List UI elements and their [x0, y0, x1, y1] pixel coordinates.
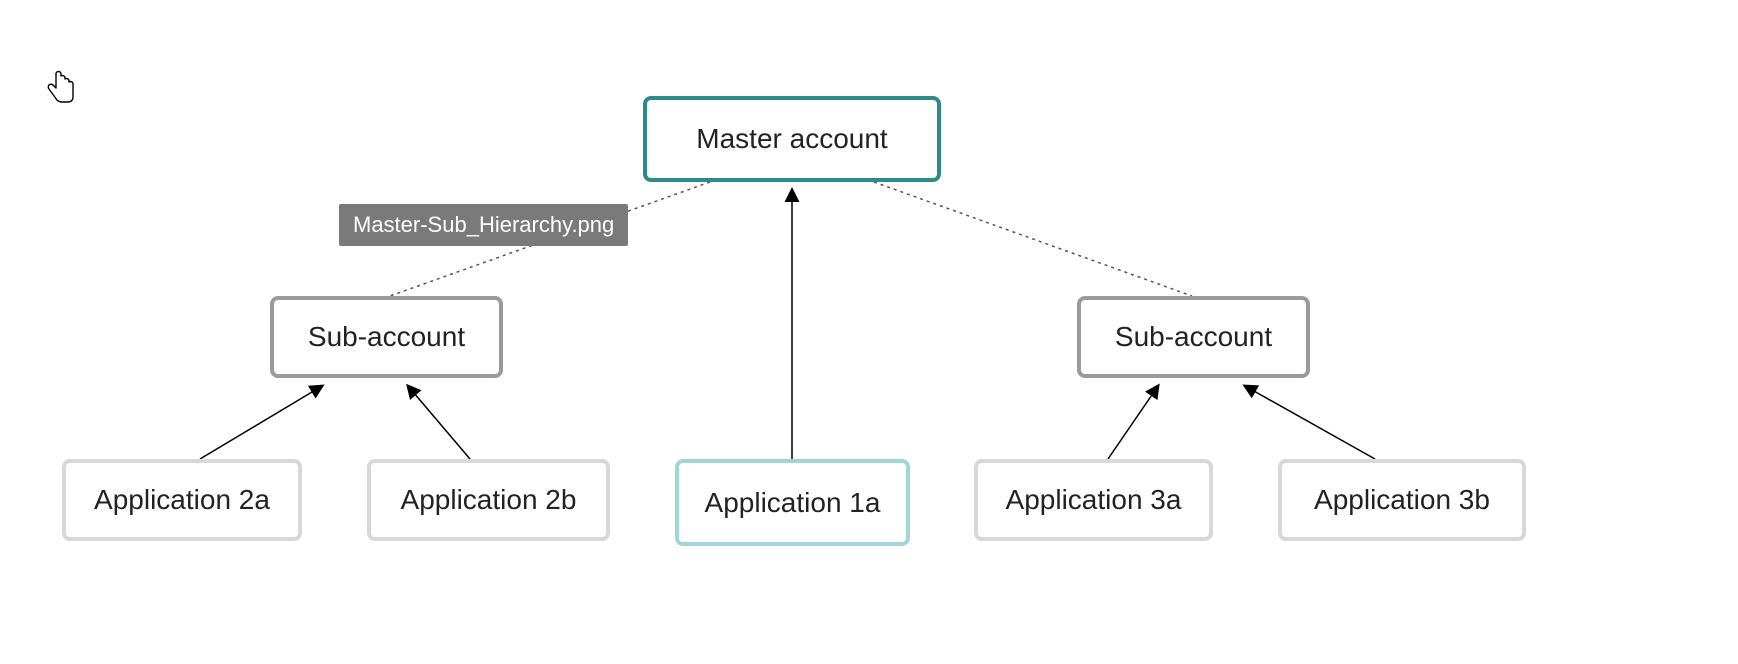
edge-app3b-to-subright — [1245, 386, 1375, 459]
node-app-1a-label: Application 1a — [705, 487, 881, 519]
node-sub-right-label: Sub-account — [1115, 321, 1272, 353]
node-application-3a: Application 3a — [974, 459, 1213, 541]
edge-app2a-to-subleft — [200, 386, 322, 459]
tooltip-text: Master-Sub_Hierarchy.png — [353, 212, 614, 237]
node-app-2b-label: Application 2b — [401, 484, 577, 516]
node-application-2a: Application 2a — [62, 459, 302, 541]
filename-tooltip: Master-Sub_Hierarchy.png — [339, 204, 628, 246]
node-application-2b: Application 2b — [367, 459, 610, 541]
hand-cursor-icon — [46, 70, 76, 106]
edge-app3a-to-subright — [1108, 386, 1158, 459]
node-application-1a: Application 1a — [675, 459, 910, 546]
node-app-2a-label: Application 2a — [94, 484, 270, 516]
node-sub-left-label: Sub-account — [308, 321, 465, 353]
node-sub-account-left: Sub-account — [270, 296, 503, 378]
node-app-3b-label: Application 3b — [1314, 484, 1490, 516]
edge-app2b-to-subleft — [408, 386, 470, 459]
node-application-3b: Application 3b — [1278, 459, 1526, 541]
node-sub-account-right: Sub-account — [1077, 296, 1310, 378]
node-master-label: Master account — [696, 123, 887, 155]
node-app-3a-label: Application 3a — [1006, 484, 1182, 516]
hierarchy-diagram: Master account Sub-account Sub-account A… — [0, 0, 1738, 664]
edge-master-to-subright — [874, 182, 1192, 296]
node-master-account: Master account — [643, 96, 941, 182]
